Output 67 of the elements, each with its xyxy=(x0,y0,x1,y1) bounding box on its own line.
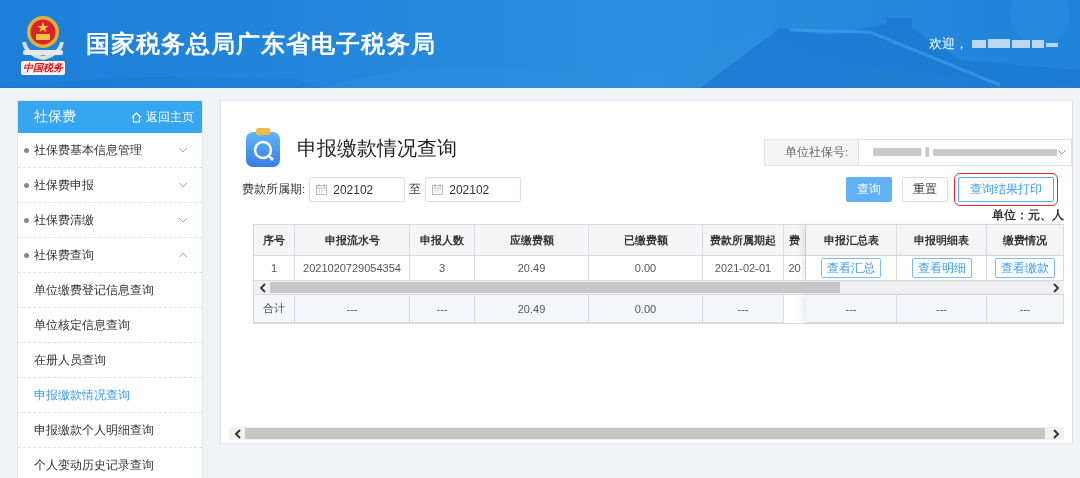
scrollbar-thumb[interactable] xyxy=(245,428,1045,439)
calendar-icon xyxy=(432,184,444,195)
period-from-field[interactable]: 202102 xyxy=(309,177,406,202)
unit-note: 单位：元、人 xyxy=(992,208,1064,223)
menu-group[interactable]: 社保费清缴 xyxy=(18,203,202,238)
menu-group[interactable]: 社保费基本信息管理 xyxy=(18,133,202,168)
welcome-text: 欢迎， xyxy=(929,35,968,53)
table-cell: --- xyxy=(410,295,475,323)
unit-number-select[interactable]: 单位社保号: xyxy=(764,138,1072,166)
column-header: 序号 xyxy=(254,225,295,256)
reset-button[interactable]: 重置 xyxy=(902,177,948,202)
table-cell: 20.49 xyxy=(475,256,589,281)
menu-item[interactable]: 个人变动历史记录查询 xyxy=(18,448,202,478)
clipboard-search-icon xyxy=(245,128,281,168)
chevron-down-icon xyxy=(178,217,188,223)
table-cell: 0.00 xyxy=(589,256,703,281)
page-scrollbar[interactable] xyxy=(229,427,1064,440)
table-cell: 20 xyxy=(784,256,806,281)
menu-item[interactable]: 在册人员查询 xyxy=(18,343,202,378)
table-cell: 合计 xyxy=(254,295,295,323)
table-cell: 0.00 xyxy=(589,295,703,323)
column-header: 申报流水号 xyxy=(295,225,410,256)
table-cell: --- xyxy=(703,295,784,323)
column-header: 申报人数 xyxy=(410,225,475,256)
calendar-icon xyxy=(316,184,328,195)
table-cell: 3 xyxy=(410,256,475,281)
menu-item[interactable]: 申报缴款个人明细查询 xyxy=(18,413,202,448)
bullet-icon xyxy=(24,182,29,188)
table-cell: --- xyxy=(987,295,1064,323)
chevron-down-icon xyxy=(178,147,188,153)
bullet-icon xyxy=(24,252,29,258)
column-header: 已缴费额 xyxy=(589,225,703,256)
table-cell: 20.49 xyxy=(475,295,589,323)
period-separator: 至 xyxy=(409,182,422,197)
table-cell: --- xyxy=(806,295,897,323)
bullet-icon xyxy=(24,217,29,223)
table-scrollbar[interactable] xyxy=(254,281,1064,295)
period-label: 费款所属期: xyxy=(242,182,306,197)
chevron-down-icon xyxy=(1057,149,1067,155)
column-header: 费款所属期起 xyxy=(703,225,784,256)
table-cell: 1 xyxy=(254,256,295,281)
menu-item[interactable]: 单位缴费登记信息查询 xyxy=(18,273,202,308)
menu-item[interactable]: 单位核定信息查询 xyxy=(18,308,202,343)
sidebar-title: 社保费 xyxy=(34,108,76,126)
table-cell: --- xyxy=(295,295,410,323)
scroll-left-icon[interactable] xyxy=(233,428,241,439)
column-header: 申报汇总表 xyxy=(806,225,897,256)
scrollbar-thumb[interactable] xyxy=(270,282,840,293)
menu-group[interactable]: 社保费申报 xyxy=(18,168,202,203)
scroll-left-icon[interactable] xyxy=(258,282,266,293)
column-header: 申报明细表 xyxy=(897,225,987,256)
table-cell: 2021020729054354 xyxy=(295,256,410,281)
scroll-right-icon[interactable] xyxy=(1052,428,1060,439)
home-icon xyxy=(131,111,142,123)
page-title: 申报缴款情况查询 xyxy=(297,135,457,161)
scroll-right-icon[interactable] xyxy=(1052,282,1060,293)
bullet-icon xyxy=(24,147,29,153)
column-header: 缴费情况 xyxy=(987,225,1064,256)
period-to-field[interactable]: 202102 xyxy=(425,177,522,202)
column-header: 费 xyxy=(784,225,806,256)
table-cell: 2021-02-01 xyxy=(703,256,784,281)
site-title: 国家税务总局广东省电子税务局 xyxy=(86,29,436,59)
column-header: 应缴费额 xyxy=(475,225,589,256)
table-cell: --- xyxy=(897,295,987,323)
chevron-up-icon xyxy=(178,252,188,258)
chevron-down-icon xyxy=(178,182,188,188)
menu-group[interactable]: 社保费查询 xyxy=(18,238,202,273)
